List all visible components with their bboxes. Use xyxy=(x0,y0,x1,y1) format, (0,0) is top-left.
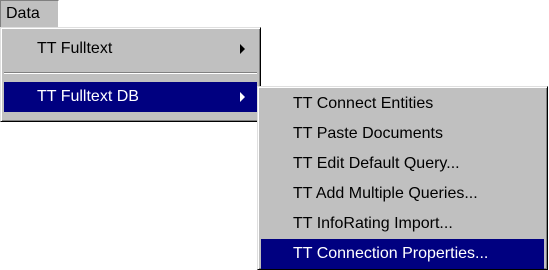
chevron-right-icon xyxy=(240,44,245,54)
menu-item-tt-fulltext[interactable]: TT Fulltext xyxy=(4,34,257,64)
menu-separator xyxy=(4,72,257,74)
menu-item-tt-connection-properties[interactable]: TT Connection Properties... xyxy=(261,239,544,269)
data-menu: TT Fulltext TT Fulltext DB xyxy=(0,27,261,122)
menu-item-label: TT Fulltext DB xyxy=(37,88,139,105)
menu-item-tt-add-multiple-queries[interactable]: TT Add Multiple Queries... xyxy=(261,179,544,209)
menu-item-tt-fulltext-db[interactable]: TT Fulltext DB xyxy=(4,82,257,112)
menu-item-tt-edit-default-query[interactable]: TT Edit Default Query... xyxy=(261,149,544,179)
chevron-right-icon xyxy=(240,92,245,102)
menu-item-label: TT Fulltext xyxy=(37,40,113,57)
menu-item-tt-paste-documents[interactable]: TT Paste Documents xyxy=(261,119,544,149)
tt-fulltext-db-submenu: TT Connect Entities TT Paste Documents T… xyxy=(257,86,548,270)
menu-item-tt-connect-entities[interactable]: TT Connect Entities xyxy=(261,89,544,119)
menu-item-tt-inforating-import[interactable]: TT InfoRating Import... xyxy=(261,209,544,239)
menubar-item-data[interactable]: Data xyxy=(0,0,59,27)
